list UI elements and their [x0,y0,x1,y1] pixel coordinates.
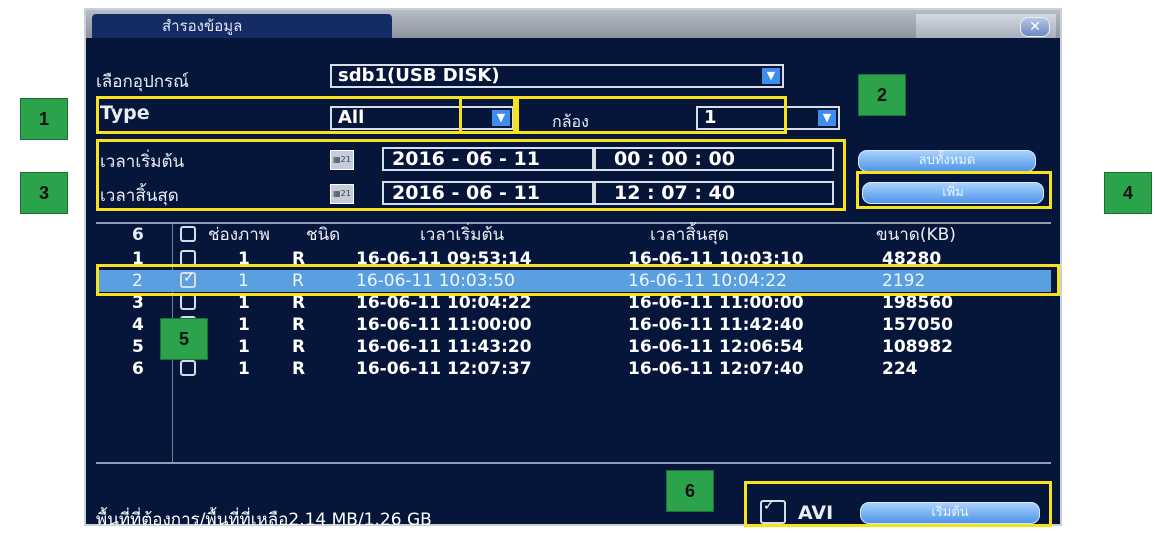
highlight-box-time-range [96,139,846,211]
dialog-title: สำรองข้อมูล [92,14,392,38]
row-end-time: 16-06-11 12:06:54 [628,337,804,357]
row-channel: 1 [238,315,250,335]
table-row[interactable]: 4 1 R 16-06-11 11:00:00 16-06-11 11:42:40 157… [96,314,1051,336]
row-end-time: 16-06-11 12:07:40 [628,359,804,379]
highlight-box-camera [516,96,787,134]
header-start: เวลาเริ่มต้น [420,225,505,245]
row-checkbox[interactable] [180,294,196,310]
annotation-tag-6: 6 [666,470,714,512]
file-table: 6 ช่องภาพ ชนิด เวลาเริ่มต้น เวลาสิ้นสุด … [96,222,1051,464]
clear-all-button[interactable]: ลบทั้งหมด [858,150,1036,172]
highlight-box-type-dropdown [459,96,516,134]
annotation-tag-2: 2 [858,74,906,116]
header-channel: ช่องภาพ [208,225,271,245]
footer-divider [96,462,1051,464]
row-type: R [292,359,306,379]
annotation-tag-3: 3 [20,172,68,214]
highlight-box-selected-row [96,264,1060,296]
highlight-box-avi-start [744,481,1052,527]
header-type: ชนิด [306,225,341,245]
row-start-time: 16-06-11 12:07:37 [356,359,532,379]
row-checkbox[interactable] [180,360,196,376]
close-icon[interactable]: ✕ [1020,17,1050,37]
select-all-checkbox[interactable] [180,226,196,242]
chevron-down-icon[interactable]: ▼ [818,110,836,126]
row-end-time: 16-06-11 11:42:40 [628,315,804,335]
row-channel: 1 [238,359,250,379]
row-type: R [292,337,306,357]
annotation-tag-4: 4 [1104,172,1152,214]
row-start-time: 16-06-11 11:43:20 [356,337,532,357]
highlight-box-add [856,171,1052,209]
row-type: R [292,315,306,335]
row-number: 6 [132,359,144,379]
header-end: เวลาสิ้นสุด [650,225,729,245]
row-number: 5 [132,337,144,357]
row-number: 4 [132,315,144,335]
highlight-box-type [96,96,462,134]
chevron-down-icon[interactable]: ▼ [762,68,780,84]
header-count: 6 [132,225,144,245]
device-label: เลือกอุปกรณ์ [96,72,189,92]
table-row[interactable]: 6 1 R 16-06-11 12:07:37 16-06-11 12:07:40 224 [96,358,1051,380]
header-size: ขนาด(KB) [876,225,956,245]
title-bar: สำรองข้อมูล ✕ [86,10,1060,38]
space-info: พื้นที่ที่ต้องการ/พื้นที่ที่เหลือ2.14 MB… [96,510,432,530]
device-select[interactable]: sdb1(USB DISK) ▼ [330,64,784,88]
row-start-time: 16-06-11 11:00:00 [356,315,532,335]
device-value: sdb1(USB DISK) [338,65,500,86]
table-row[interactable]: 5 1 R 16-06-11 11:43:20 16-06-11 12:06:54 108… [96,336,1051,358]
annotation-tag-5: 5 [160,318,208,360]
row-size: 157050 [882,315,953,335]
row-size: 224 [882,359,918,379]
annotation-tag-1: 1 [20,98,68,140]
table-header: 6 ช่องภาพ ชนิด เวลาเริ่มต้น เวลาสิ้นสุด … [96,224,1051,246]
row-channel: 1 [238,337,250,357]
row-size: 108982 [882,337,953,357]
